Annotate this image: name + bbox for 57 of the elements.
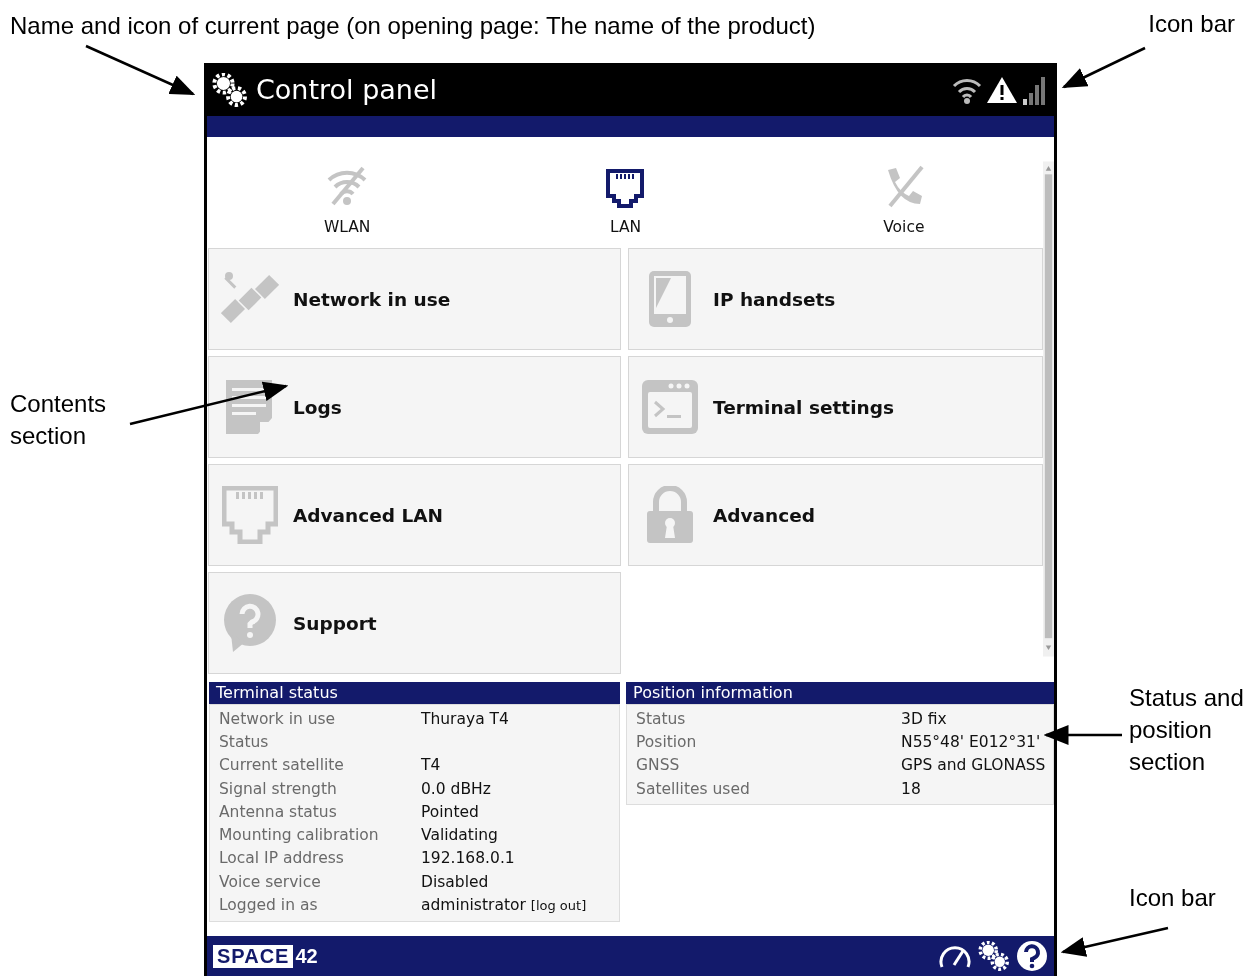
padlock-icon (644, 486, 696, 544)
field-value: GPS and GLONASS (901, 756, 1046, 775)
field-value: T4 (421, 756, 441, 775)
panel-header: Terminal status (209, 682, 621, 704)
field-label: Satellites used (636, 779, 751, 798)
field-label: Signal strength (219, 779, 338, 798)
field-label: Voice service (219, 872, 322, 891)
field-value: Validating (421, 826, 498, 845)
panel-header: Position information (626, 682, 1054, 704)
field-value: 192.168.0.1 (421, 849, 515, 868)
field-label: Status (219, 732, 270, 751)
menu-tile[interactable]: Advanced (628, 464, 1043, 566)
callout-text: Contents section (10, 389, 108, 451)
field-value: 0.0 dBHz (421, 779, 491, 798)
speedometer-icon[interactable] (938, 943, 972, 969)
field-label: Antenna status (219, 802, 338, 821)
field-label: Logged in as (219, 896, 319, 914)
field-value: Disabled (421, 872, 489, 891)
logout-link[interactable]: [log out] (530, 897, 587, 913)
gears-icon (212, 72, 248, 107)
status-tab[interactable]: WLAN (208, 137, 487, 248)
warning-icon (986, 75, 1018, 104)
field-value: Pointed (421, 802, 479, 821)
menu-tile[interactable]: Terminal settings (628, 356, 1043, 458)
help-icon[interactable] (1016, 940, 1048, 972)
callout-text: Icon bar (1148, 10, 1235, 38)
field-value: administrator (421, 896, 526, 914)
menu-tile[interactable]: Support (208, 572, 621, 674)
status-tab[interactable]: Voice (764, 137, 1043, 248)
status-tab[interactable]: LAN (486, 137, 765, 248)
settings-icon[interactable] (978, 941, 1010, 971)
ethernet-port-icon (222, 486, 278, 544)
menu-tile[interactable]: Advanced LAN (208, 464, 621, 566)
signal-bars-icon (1022, 74, 1048, 105)
field-label: GNSS (636, 756, 681, 775)
menu-tile[interactable]: Logs (208, 356, 621, 458)
field-label: Local IP address (219, 849, 345, 868)
field-label: Mounting calibration (219, 826, 380, 845)
page-title: Control panel (256, 74, 438, 105)
field-value: 18 (901, 779, 921, 798)
help-bubble-icon (221, 594, 279, 652)
terminal-icon (641, 378, 699, 436)
field-value: N55°48' E012°31' (901, 732, 1041, 751)
field-value: Thuraya T4 (421, 709, 509, 728)
callout-text: Icon bar (1129, 883, 1217, 913)
field-label: Status (636, 709, 687, 728)
menu-tile[interactable]: IP handsets (628, 248, 1043, 350)
callout-text: Name and icon of current page (on opening page: The name of the product) (10, 11, 817, 41)
field-value: 3D fix (901, 709, 947, 728)
tablet-icon (647, 270, 693, 328)
ethernet-port-icon (605, 168, 646, 208)
callout-text: Status and position section (1129, 683, 1245, 777)
field-label: Network in use (219, 709, 337, 728)
field-label: Current satellite (219, 756, 345, 775)
menu-tile[interactable]: Network in use (208, 248, 621, 350)
field-label: Position (636, 732, 698, 751)
brand-logo: SPACE 42 (213, 944, 318, 968)
